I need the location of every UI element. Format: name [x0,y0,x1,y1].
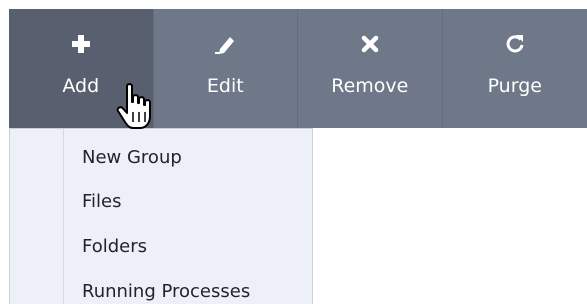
menu-item-new-group[interactable]: New Group [82,147,182,169]
edit-button[interactable]: Edit [154,9,299,128]
plus-icon [71,33,91,55]
remove-label: Remove [331,75,409,97]
remove-button[interactable]: Remove [298,9,443,128]
purge-button[interactable]: Purge [443,9,587,128]
toolbar: Add Edit Remove Purge [9,9,587,128]
purge-label: Purge [487,75,542,97]
refresh-icon [504,33,526,55]
menu-item-folders[interactable]: Folders [82,236,147,258]
menu-item-files[interactable]: Files [82,191,122,213]
add-dropdown-menu: New Group Files Folders Running Processe… [9,128,313,304]
edit-label: Edit [206,75,244,97]
x-icon [361,33,379,55]
menu-item-running-processes[interactable]: Running Processes [82,281,250,303]
hand-pointer-icon [115,82,157,134]
menu-gutter [63,129,64,304]
pencil-icon [214,33,236,55]
add-label: Add [62,75,100,97]
screen: Add Edit Remove Purge New Group Files Fo… [0,0,587,304]
